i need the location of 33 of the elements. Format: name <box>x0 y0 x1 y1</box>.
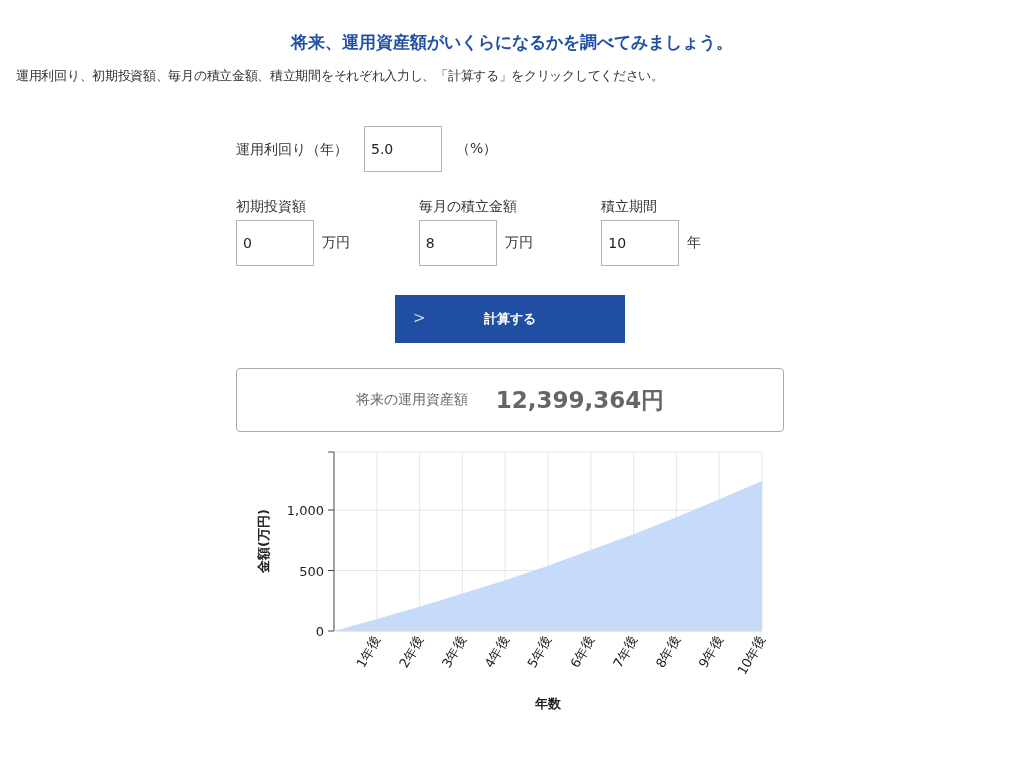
x-tick-label: 2年後 <box>396 633 427 671</box>
x-tick-label: 6年後 <box>567 633 598 671</box>
result-label: 将来の運用資産額 <box>355 391 468 409</box>
input-field[interactable]: 0 <box>236 220 314 266</box>
field-label: 運用利回り（年） <box>236 140 349 159</box>
y-tick-label: 500 <box>299 563 324 579</box>
y-tick-label: 1,000 <box>286 503 324 519</box>
input-field[interactable]: 5.0 <box>364 126 442 172</box>
x-tick-label: 8年後 <box>652 633 683 671</box>
input-field[interactable]: 8 <box>418 220 497 266</box>
x-tick-label: 9年後 <box>695 633 726 671</box>
y-axis-title: 金額(万円) <box>256 509 271 573</box>
unit-label: 万円 <box>322 234 350 252</box>
x-axis-title: 年数 <box>535 696 561 711</box>
x-tick-label: 1年後 <box>353 633 384 671</box>
x-tick-label: 10年後 <box>734 633 769 678</box>
y-tick-label: 0 <box>315 624 324 639</box>
page-heading: 将来、運用資産額がいくらになるかを調べてみましょう。 <box>289 31 734 54</box>
input-field[interactable]: 10 <box>601 220 680 266</box>
field-label: 積立期間 <box>601 197 659 216</box>
calculate-button[interactable]: > 計算する <box>395 295 625 343</box>
result-value: 12,399,364円 <box>495 385 665 415</box>
field-label: 初期投資額 <box>236 197 307 216</box>
unit-label: （%） <box>456 140 498 158</box>
x-tick-label: 5年後 <box>524 633 555 671</box>
x-tick-label: 7年後 <box>610 633 641 671</box>
instructions-text: 運用利回り、初期投資額、毎月の積立金額、積立期間をそれぞれ入力し、「計算する」をクリックしてください。 <box>16 67 665 85</box>
x-tick-label: 4年後 <box>481 633 512 671</box>
unit-label: 万円 <box>504 234 533 252</box>
unit-label: 年 <box>687 234 702 252</box>
x-tick-label: 3年後 <box>438 633 469 671</box>
chevron-icon: > <box>413 309 426 327</box>
field-label: 毎月の積立金額 <box>418 197 518 216</box>
